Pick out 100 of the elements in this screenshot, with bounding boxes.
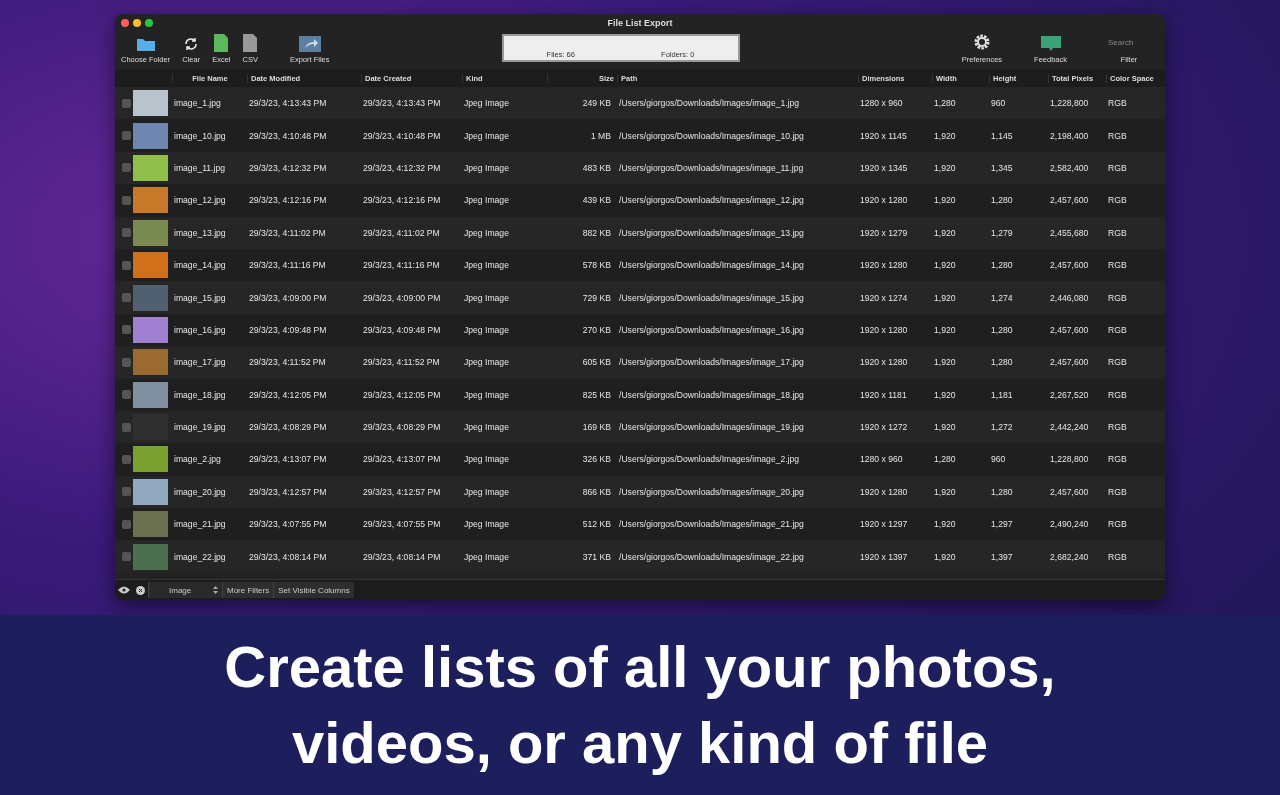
table-cell-text: 1,181: [990, 389, 1014, 400]
table-cell-text: image_22.jpg: [173, 551, 227, 562]
table-cell-text: RGB: [1107, 551, 1128, 562]
table-cell-text: 1,272: [990, 422, 1014, 433]
table-cell-text: image_18.jpg: [173, 389, 227, 400]
table-cell-text: image_1.jpg: [173, 98, 222, 109]
table-cell-text: 2,457,600: [1049, 260, 1090, 271]
table-cell-text: /Users/giorgos/Downloads/Images/image_2.jpg: [618, 454, 801, 465]
table-cell-text: 29/3/23, 4:11:16 PM: [248, 260, 327, 271]
checkbox[interactable]: [122, 325, 131, 335]
table-cell-text: 29/3/23, 4:08:14 PM: [362, 551, 442, 562]
table-cell-text: 29/3/23, 4:09:48 PM: [248, 324, 328, 335]
table-cell-text: 960: [990, 98, 1007, 109]
checkbox[interactable]: [122, 422, 131, 432]
table-cell-text: 1,920: [933, 130, 957, 141]
table-cell-text: 1,280: [990, 486, 1014, 497]
checkbox[interactable]: [122, 519, 131, 529]
table-cell-text: 1920 x 1280: [859, 324, 909, 335]
spreadsheet-icon: [214, 34, 229, 52]
table-cell-text: 29/3/23, 4:12:32 PM: [248, 162, 328, 173]
table-cell-text: 1,280: [990, 324, 1014, 335]
minimize-button[interactable]: [133, 19, 141, 27]
checkbox[interactable]: [122, 260, 131, 270]
table-cell-text: 2,682,240: [1049, 551, 1090, 562]
table-cell-text: 2,457,600: [1049, 324, 1090, 335]
table-cell-text: 29/3/23, 4:09:00 PM: [362, 292, 442, 303]
table-cell-text: RGB: [1107, 130, 1128, 141]
table-cell-text: Jpeg Image: [463, 519, 510, 530]
table-cell-text: image_21.jpg: [173, 519, 227, 530]
checkbox[interactable]: [122, 455, 131, 464]
table-cell-text: 29/3/23, 4:13:07 PM: [248, 454, 328, 465]
table-cell-text: 326 KB: [581, 454, 612, 465]
table-cell-text: 1,280: [933, 454, 957, 465]
photo-placeholder: [133, 446, 168, 473]
table-cell-text: 29/3/23, 4:10:48 PM: [362, 130, 442, 141]
checkbox[interactable]: [122, 98, 131, 108]
table-cell-text: 1,279: [990, 227, 1014, 238]
table-cell-text: 578 KB: [581, 260, 612, 271]
table-cell-text: Jpeg Image: [463, 260, 510, 271]
table-cell-text: 2,446,080: [1049, 292, 1090, 303]
checkbox[interactable]: [122, 390, 131, 400]
table-cell-text: 1,280: [990, 260, 1014, 271]
photo-placeholder: [133, 219, 168, 246]
table-cell-text: image_14.jpg: [173, 260, 227, 271]
checkbox[interactable]: [122, 228, 131, 238]
checkbox[interactable]: [122, 195, 131, 205]
table-cell-text: 29/3/23, 4:12:16 PM: [362, 195, 442, 206]
export-icon: [298, 36, 321, 52]
zoom-button[interactable]: [145, 19, 153, 27]
photo-placeholder: [133, 381, 168, 408]
table-cell-text: RGB: [1107, 227, 1128, 238]
table-cell-text: 249 KB: [581, 98, 612, 109]
photo-placeholder: [133, 122, 168, 149]
table-cell-text: 29/3/23, 4:13:07 PM: [362, 454, 442, 465]
checkbox[interactable]: [122, 131, 131, 141]
photo-placeholder: [133, 316, 168, 343]
table-cell-text: 1920 x 1279: [859, 227, 909, 238]
table-cell-text: 29/3/23, 4:08:14 PM: [248, 551, 328, 562]
table-cell-text: 1920 x 1297: [859, 519, 909, 530]
search-field[interactable]: Search: [1098, 38, 1160, 47]
table-cell-text: 29/3/23, 4:10:48 PM: [248, 130, 328, 141]
table-cell-text: 2,582,400: [1049, 162, 1090, 173]
table-cell-text: 29/3/23, 4:12:57 PM: [362, 486, 442, 497]
table-cell-text: Jpeg Image: [463, 98, 510, 109]
table-cell-text: RGB: [1107, 422, 1128, 433]
photo-placeholder: [133, 511, 168, 538]
table-cell-text: 1,920: [933, 162, 957, 173]
bar-button[interactable]: More Filters: [222, 582, 274, 598]
photo-placeholder: [133, 90, 168, 117]
table-cell-text: 1920 x 1181: [859, 389, 908, 400]
table-cell-text: RGB: [1107, 292, 1128, 303]
table-cell-text: /Users/giorgos/Downloads/Images/image_19.jpg: [618, 422, 805, 433]
table-cell-text: Jpeg Image: [463, 422, 510, 433]
table-cell-text: Jpeg Image: [463, 292, 510, 303]
bar-button[interactable]: Set Visible Columns: [273, 582, 354, 598]
checkbox[interactable]: [122, 552, 131, 562]
table-cell-text: 1920 x 1272: [859, 422, 909, 433]
table-cell-text: image_20.jpg: [173, 486, 227, 497]
table-cell-text: 1,920: [933, 519, 957, 530]
checkbox[interactable]: [122, 487, 131, 497]
table-cell-text: 29/3/23, 4:11:16 PM: [362, 260, 441, 271]
checkbox[interactable]: [122, 293, 131, 303]
table-cell-text: 1,280: [990, 195, 1014, 206]
table-cell-text: /Users/giorgos/Downloads/Images/image_12.jpg: [618, 195, 805, 206]
table-cell-text: Jpeg Image: [463, 130, 510, 141]
clear-icon[interactable]: [133, 585, 148, 595]
type-dropdown[interactable]: Image: [148, 582, 222, 598]
table-cell-text: RGB: [1107, 389, 1128, 400]
table-cell-text: /Users/giorgos/Downloads/Images/image_1.jpg: [618, 98, 801, 109]
stepper-icon: [213, 586, 218, 594]
checkbox[interactable]: [122, 163, 131, 173]
photo-placeholder: [133, 478, 168, 505]
close-button[interactable]: [121, 19, 129, 27]
table-cell-text: /Users/giorgos/Downloads/Images/image_17.jpg: [618, 357, 805, 368]
table-cell-text: image_15.jpg: [173, 292, 227, 303]
table-cell-text: image_12.jpg: [173, 195, 227, 206]
table-cell-text: 29/3/23, 4:11:02 PM: [362, 227, 441, 238]
table-cell-text: RGB: [1107, 486, 1128, 497]
table-cell-text: 1,397: [990, 551, 1014, 562]
checkbox[interactable]: [122, 357, 131, 367]
